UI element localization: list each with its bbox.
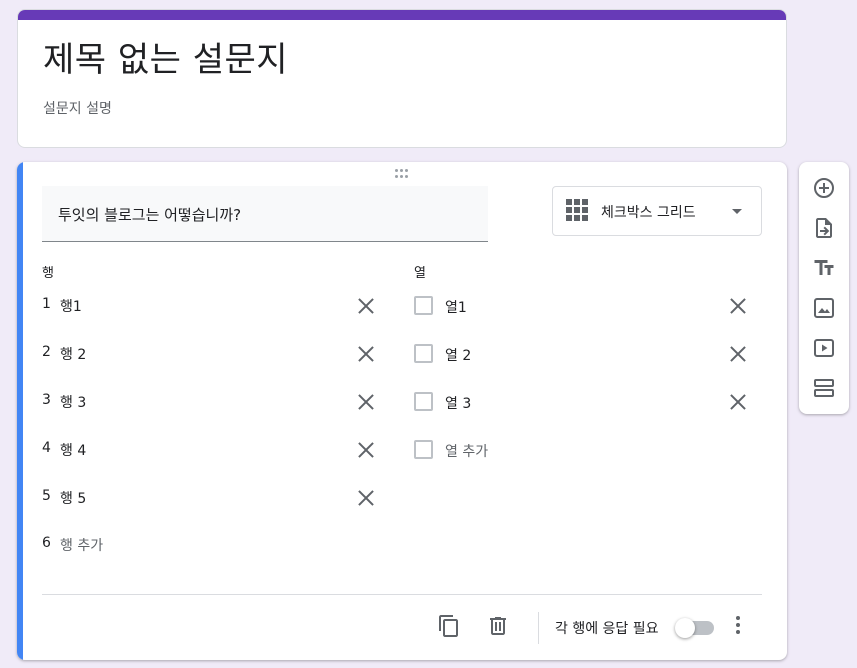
row-number: 6 — [42, 535, 51, 551]
question-type-label: 체크박스 그리드 — [601, 205, 696, 221]
remove-row-icon[interactable] — [358, 490, 374, 506]
row-number: 2 — [42, 344, 51, 360]
image-icon[interactable] — [812, 296, 836, 320]
row-label-input[interactable]: 행 3 — [60, 392, 86, 412]
grid-icon — [566, 199, 588, 221]
remove-row-icon[interactable] — [358, 346, 374, 362]
add-circle-icon[interactable] — [812, 176, 836, 200]
grid-row-item[interactable]: 2 행 2 — [42, 338, 382, 368]
question-card[interactable]: 투잇의 블로그는 어떻습니까? 체크박스 그리드 행 열 1 행1 2 행 2 … — [17, 162, 787, 660]
checkbox-icon — [414, 392, 433, 411]
grid-column-item[interactable]: 열 3 — [414, 389, 754, 419]
row-label-input[interactable]: 행 4 — [60, 440, 86, 460]
checkbox-icon — [414, 344, 433, 363]
add-column-button[interactable]: 열 추가 — [445, 441, 488, 461]
column-label-input[interactable]: 열1 — [445, 297, 467, 317]
side-toolbar — [799, 162, 849, 414]
required-label: 각 행에 응답 필요 — [555, 621, 659, 637]
grid-column-item[interactable]: 열 2 — [414, 341, 754, 371]
form-header-card[interactable]: 제목 없는 설문지 설문지 설명 — [17, 9, 787, 148]
row-label-input[interactable]: 행1 — [60, 296, 82, 316]
row-number: 3 — [42, 392, 51, 408]
row-label-input[interactable]: 행 5 — [60, 488, 86, 508]
row-number: 5 — [42, 488, 51, 504]
grid-column-item[interactable]: 열1 — [414, 293, 754, 323]
remove-column-icon[interactable] — [730, 346, 746, 362]
section-icon[interactable] — [812, 376, 836, 400]
footer-separator — [538, 612, 539, 644]
columns-header: 열 — [414, 266, 426, 281]
remove-row-icon[interactable] — [358, 298, 374, 314]
toggle-thumb — [675, 618, 695, 638]
grid-row-item[interactable]: 5 행 5 — [42, 482, 382, 512]
drag-handle-icon[interactable] — [394, 168, 410, 180]
theme-color-bar — [18, 10, 786, 20]
trash-icon[interactable] — [486, 614, 510, 638]
question-title-input[interactable]: 투잇의 블로그는 어떻습니까? — [42, 186, 488, 242]
import-question-icon[interactable] — [812, 216, 836, 240]
question-type-dropdown[interactable]: 체크박스 그리드 — [552, 186, 762, 236]
footer-divider — [42, 594, 762, 595]
add-row-button[interactable]: 행 추가 — [60, 535, 103, 555]
remove-row-icon[interactable] — [358, 394, 374, 410]
required-toggle[interactable] — [675, 618, 714, 638]
row-label-input[interactable]: 행 2 — [60, 344, 86, 364]
more-vert-icon[interactable] — [735, 616, 741, 636]
column-label-input[interactable]: 열 3 — [445, 393, 471, 413]
remove-column-icon[interactable] — [730, 298, 746, 314]
form-title[interactable]: 제목 없는 설문지 — [43, 38, 288, 82]
question-title-text: 투잇의 블로그는 어떻습니까? — [58, 206, 242, 224]
grid-row-item[interactable]: 4 행 4 — [42, 434, 382, 464]
title-text-icon[interactable] — [812, 256, 836, 280]
add-row-item[interactable]: 6 행 추가 — [42, 529, 382, 559]
grid-row-item[interactable]: 1 행1 — [42, 290, 382, 320]
remove-column-icon[interactable] — [730, 394, 746, 410]
add-column-item[interactable]: 열 추가 — [414, 437, 754, 467]
row-number: 1 — [42, 296, 51, 312]
form-description[interactable]: 설문지 설명 — [43, 98, 112, 118]
copy-icon[interactable] — [437, 614, 461, 638]
checkbox-icon — [414, 296, 433, 315]
grid-row-item[interactable]: 3 행 3 — [42, 386, 382, 416]
checkbox-icon — [414, 440, 433, 459]
video-icon[interactable] — [812, 336, 836, 360]
column-label-input[interactable]: 열 2 — [445, 345, 471, 365]
remove-row-icon[interactable] — [358, 442, 374, 458]
row-number: 4 — [42, 440, 51, 456]
active-card-accent — [17, 162, 23, 660]
rows-header: 행 — [42, 266, 54, 281]
chevron-down-icon — [732, 209, 742, 214]
